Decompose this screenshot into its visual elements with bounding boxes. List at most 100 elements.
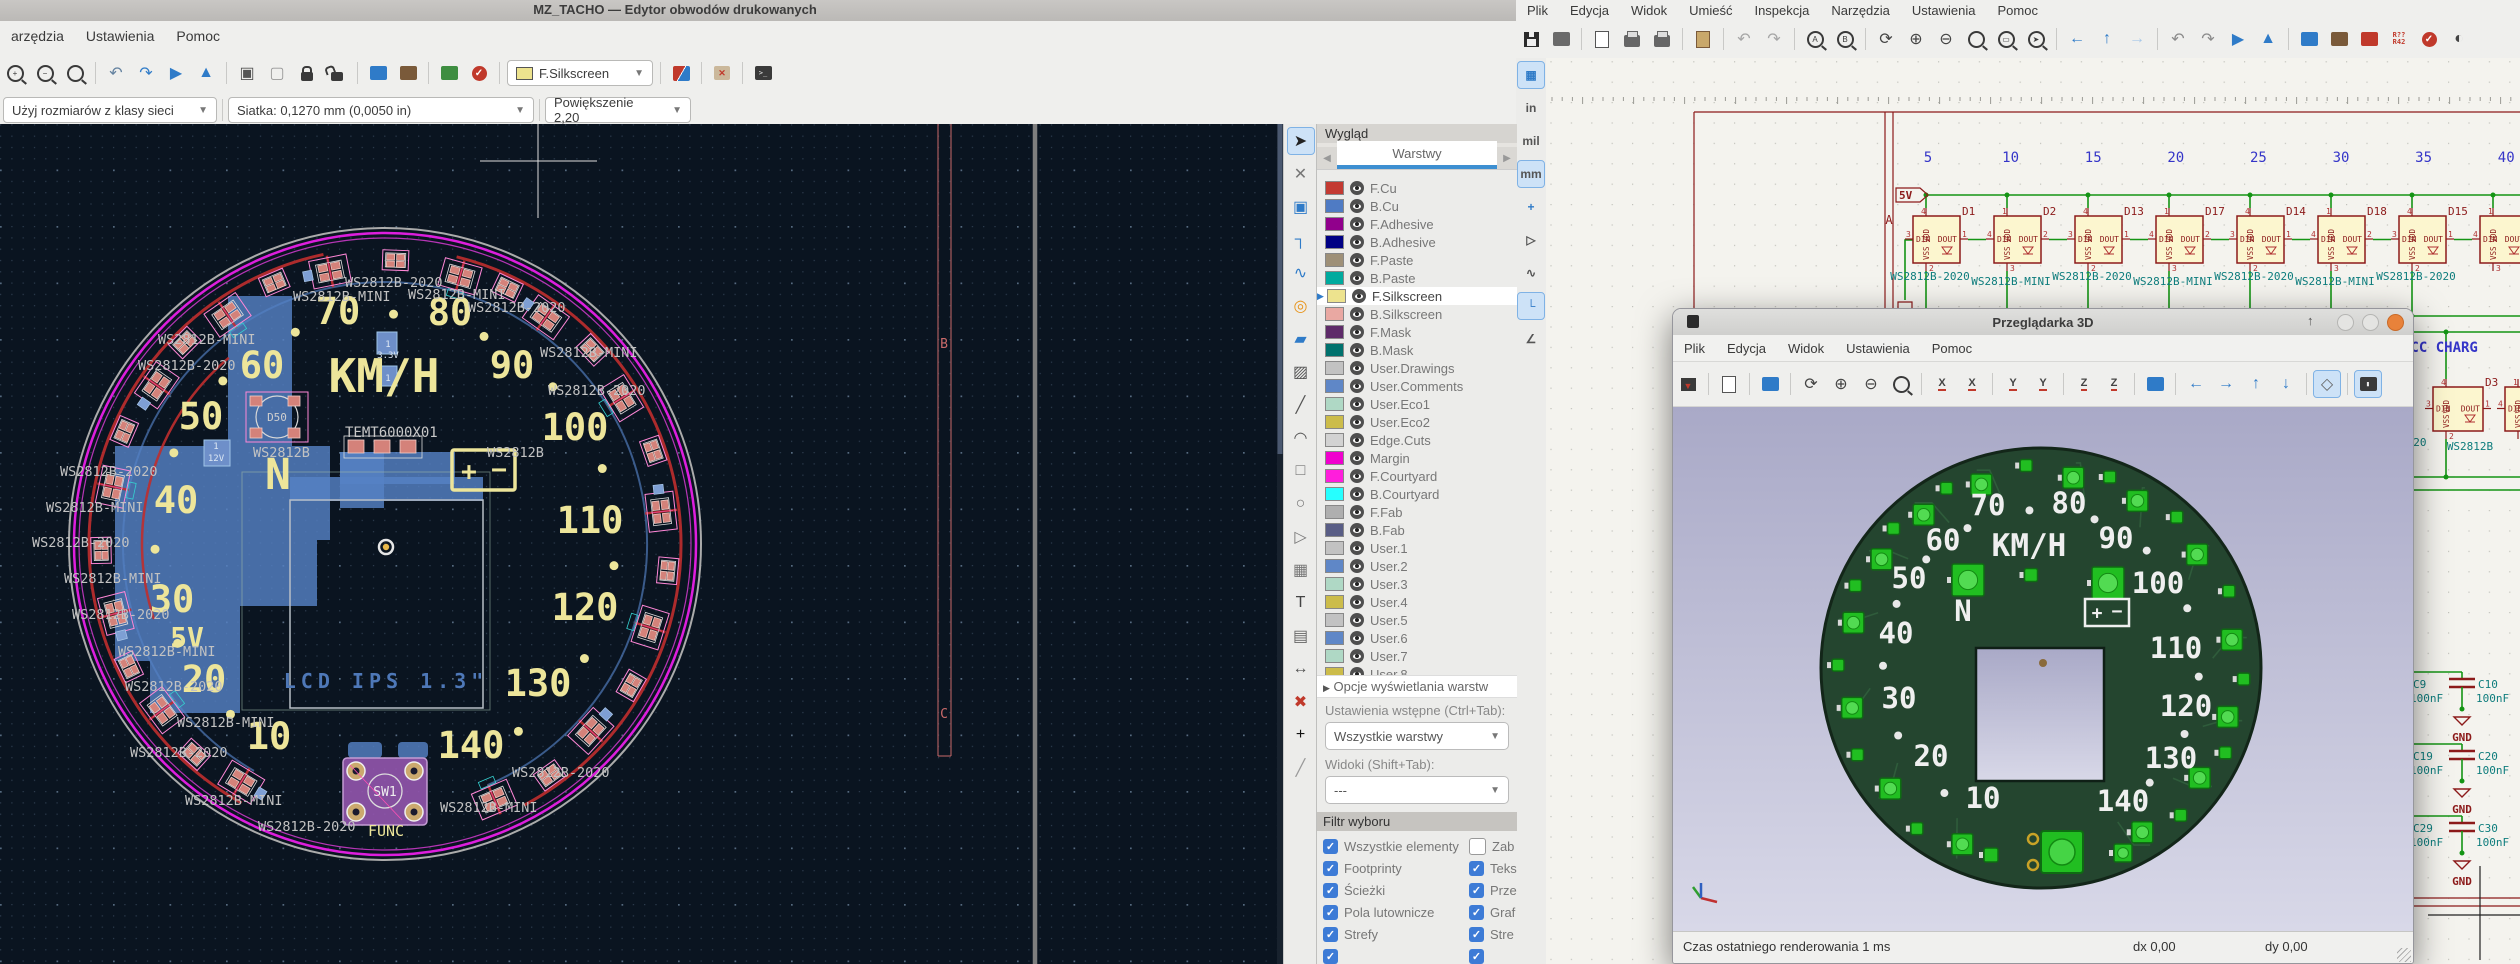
undo-icon[interactable]: ↶ bbox=[1731, 26, 1757, 52]
layer-color-swatch[interactable] bbox=[1325, 649, 1344, 663]
tab-scroll-left[interactable]: ◀ bbox=[1317, 147, 1337, 169]
layer-color-swatch[interactable] bbox=[1325, 217, 1344, 231]
layer-visibility-eye-icon[interactable] bbox=[1350, 415, 1364, 429]
cursor-tool[interactable]: ➤ bbox=[1288, 128, 1314, 154]
layer-color-swatch[interactable] bbox=[1325, 523, 1344, 537]
zoom-dropdown[interactable]: Powiększenie 2,20▼ bbox=[545, 97, 691, 123]
undo-icon[interactable]: ↶ bbox=[103, 60, 129, 86]
pin-window-icon[interactable]: ↑ bbox=[2307, 313, 2314, 328]
grid-dropdown[interactable]: Siatka: 0,1270 mm (0,0050 in)▼ bbox=[228, 97, 534, 123]
layer-row-F.Fab[interactable]: F.Fab bbox=[1317, 503, 1517, 521]
layer-color-swatch[interactable] bbox=[1325, 379, 1344, 393]
layer-color-swatch[interactable] bbox=[1325, 487, 1344, 501]
zoom-out-icon[interactable]: ⊖ bbox=[1858, 371, 1884, 397]
layer-color-swatch[interactable] bbox=[1325, 343, 1344, 357]
layer-color-swatch[interactable] bbox=[1325, 253, 1344, 267]
rotate-x-cw-icon[interactable]: X bbox=[1959, 371, 1985, 397]
rotate-y-ccw-icon[interactable]: Y bbox=[2000, 371, 2026, 397]
circle-tool[interactable]: ○ bbox=[1288, 491, 1314, 517]
sim-icon[interactable]: ◐ bbox=[2446, 26, 2472, 52]
layer-color-swatch[interactable] bbox=[1325, 433, 1344, 447]
update-pcb-icon[interactable] bbox=[2356, 26, 2382, 52]
zoom-out-icon[interactable]: ⊖ bbox=[1933, 26, 1959, 52]
lock-icon[interactable] bbox=[294, 60, 320, 86]
tab-warstwy[interactable]: Warstwy bbox=[1337, 141, 1497, 169]
layer-visibility-eye-icon[interactable] bbox=[1350, 397, 1364, 411]
filter-checkbox[interactable]: ✓ bbox=[1469, 949, 1484, 964]
filter-checkbox[interactable]: ✓ bbox=[1323, 839, 1338, 854]
zoom-selection-icon[interactable] bbox=[62, 60, 88, 86]
filter-checkbox[interactable]: ✓ bbox=[1323, 861, 1338, 876]
redo-icon[interactable]: ↷ bbox=[133, 60, 159, 86]
layer-row-User.2[interactable]: User.2 bbox=[1317, 557, 1517, 575]
layer-visibility-eye-icon[interactable] bbox=[1350, 541, 1364, 555]
viewer3d-menu-4[interactable]: Pomoc bbox=[1921, 339, 1983, 358]
rotate-ccw-icon[interactable]: ↶ bbox=[2165, 26, 2191, 52]
edit-footprints-icon[interactable] bbox=[365, 60, 391, 86]
netclass-dropdown[interactable]: Użyj rozmiarów z klasy sieci▼ bbox=[3, 97, 217, 123]
layer-row-B.Paste[interactable]: B.Paste bbox=[1317, 269, 1517, 287]
layer-visibility-eye-icon[interactable] bbox=[1350, 505, 1364, 519]
layer-row-F.Paste[interactable]: F.Paste bbox=[1317, 251, 1517, 269]
layer-color-swatch[interactable] bbox=[1325, 361, 1344, 375]
unlock-icon[interactable] bbox=[324, 60, 350, 86]
copy-image-icon[interactable] bbox=[1716, 371, 1742, 397]
zoom-fit-icon[interactable] bbox=[1888, 371, 1914, 397]
erc-icon[interactable]: ✓ bbox=[2416, 26, 2442, 52]
annotate-icon[interactable]: R??R42 bbox=[2386, 26, 2412, 52]
zoom-in-icon[interactable]: ⊕ bbox=[1828, 371, 1854, 397]
close-button[interactable] bbox=[2387, 314, 2404, 331]
layer-visibility-eye-icon[interactable] bbox=[1350, 613, 1364, 627]
layer-visibility-eye-icon[interactable] bbox=[1352, 289, 1366, 303]
layer-row-Edge.Cuts[interactable]: Edge.Cuts bbox=[1317, 431, 1517, 449]
layer-visibility-eye-icon[interactable] bbox=[1350, 667, 1364, 675]
layer-color-swatch[interactable] bbox=[1325, 595, 1344, 609]
layer-row-User.1[interactable]: User.1 bbox=[1317, 539, 1517, 557]
layer-color-swatch[interactable] bbox=[1325, 397, 1344, 411]
layer-color-swatch[interactable] bbox=[1325, 235, 1344, 249]
zone-tool[interactable]: ▰ bbox=[1288, 326, 1314, 352]
layer-display-options[interactable]: ▶ Opcje wyświetlania warstw bbox=[1317, 675, 1517, 698]
grid-toggle-tool[interactable]: ▦ bbox=[1518, 62, 1544, 88]
layer-visibility-eye-icon[interactable] bbox=[1350, 595, 1364, 609]
layer-visibility-eye-icon[interactable] bbox=[1350, 451, 1364, 465]
filter-checkbox[interactable] bbox=[1469, 838, 1486, 855]
layer-visibility-eye-icon[interactable] bbox=[1350, 253, 1364, 267]
flip-view-icon[interactable] bbox=[2142, 371, 2168, 397]
reload-board-icon[interactable] bbox=[1675, 371, 1701, 397]
presets-dropdown[interactable]: Wszystkie warstwy▼ bbox=[1325, 722, 1509, 750]
layer-visibility-eye-icon[interactable] bbox=[1350, 199, 1364, 213]
via-tool[interactable]: ◎ bbox=[1288, 293, 1314, 319]
sch-menu-1[interactable]: Edycja bbox=[1559, 1, 1620, 20]
layer-row-User.3[interactable]: User.3 bbox=[1317, 575, 1517, 593]
raytracing-icon[interactable]: ▮ bbox=[2355, 371, 2381, 397]
rotate-view-icon[interactable]: ⟳ bbox=[1798, 371, 1824, 397]
sch-menu-0[interactable]: Plik bbox=[1516, 1, 1559, 20]
layer-visibility-eye-icon[interactable] bbox=[1350, 469, 1364, 483]
layer-color-swatch[interactable] bbox=[1325, 613, 1344, 627]
layer-color-swatch[interactable] bbox=[1325, 559, 1344, 573]
pan-down-icon[interactable]: ↓ bbox=[2273, 371, 2299, 397]
rectangle-tool[interactable]: □ bbox=[1288, 458, 1314, 484]
layer-visibility-eye-icon[interactable] bbox=[1350, 523, 1364, 537]
viewer3d-titlebar[interactable]: Przeglądarka 3D ↑ bbox=[1673, 309, 2413, 335]
layer-visibility-eye-icon[interactable] bbox=[1350, 433, 1364, 447]
pan-right-icon[interactable]: → bbox=[2213, 371, 2239, 397]
ratsnest-icon[interactable]: ✕ bbox=[709, 60, 735, 86]
layer-color-swatch[interactable] bbox=[1325, 631, 1344, 645]
rotate-z-ccw-icon[interactable]: Z bbox=[2071, 371, 2097, 397]
polygon-tool[interactable]: ▷ bbox=[1288, 524, 1314, 550]
sch-menu-4[interactable]: Inspekcja bbox=[1743, 1, 1820, 20]
layer-visibility-eye-icon[interactable] bbox=[1350, 649, 1364, 663]
zoom-in-icon[interactable]: + bbox=[2, 60, 28, 86]
measure-tool[interactable]: ╱ bbox=[1288, 755, 1314, 781]
browse-library-icon[interactable] bbox=[2326, 26, 2352, 52]
layer-visibility-eye-icon[interactable] bbox=[1350, 379, 1364, 393]
zoom-page-icon[interactable]: ▭ bbox=[1993, 26, 2019, 52]
arc-tool[interactable]: ◠ bbox=[1288, 425, 1314, 451]
nav-forward-icon[interactable]: → bbox=[2124, 26, 2150, 52]
filter-checkbox[interactable]: ✓ bbox=[1323, 949, 1338, 964]
sch-menu-3[interactable]: Umieść bbox=[1678, 1, 1743, 20]
layer-row-Margin[interactable]: Margin bbox=[1317, 449, 1517, 467]
line-tool[interactable]: ╱ bbox=[1288, 392, 1314, 418]
